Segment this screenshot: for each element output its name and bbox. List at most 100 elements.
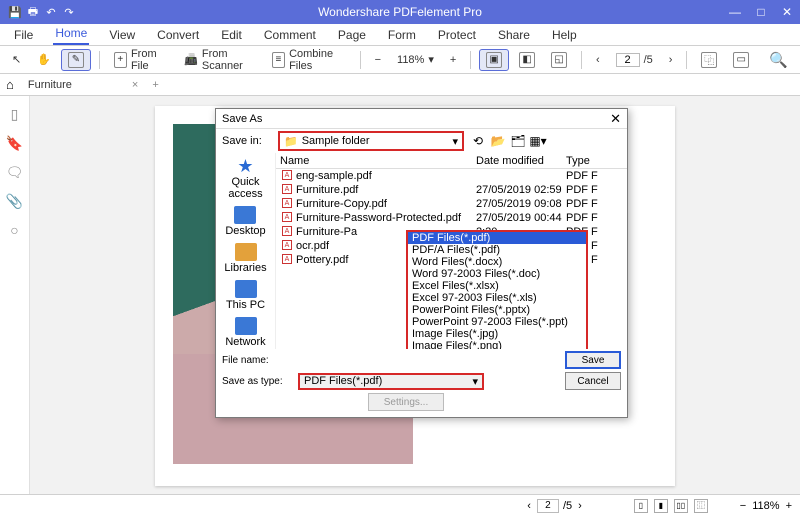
undo-icon[interactable]: ↶: [42, 3, 60, 21]
menu-edit[interactable]: Edit: [219, 25, 244, 45]
col-date[interactable]: Date modified: [476, 155, 566, 167]
attachments-icon[interactable]: 📎: [6, 193, 23, 210]
chevron-down-icon: ▾: [472, 375, 478, 388]
next-page-button[interactable]: ›: [663, 52, 679, 68]
file-type-option[interactable]: Excel 97-2003 Files(*.xls): [408, 292, 586, 304]
reading-icon[interactable]: ▭: [727, 50, 755, 70]
place-libraries[interactable]: Libraries: [224, 243, 266, 274]
from-file-button[interactable]: +From File: [108, 46, 174, 74]
combine-files-button[interactable]: ≡Combine Files: [266, 46, 352, 74]
file-type-option[interactable]: PDF/A Files(*.pdf): [408, 244, 586, 256]
single-page-icon[interactable]: ▯: [634, 499, 648, 513]
save-in-label: Save in:: [222, 135, 272, 147]
menu-file[interactable]: File: [12, 25, 35, 45]
menu-page[interactable]: Page: [336, 25, 368, 45]
file-type-option[interactable]: PowerPoint Files(*.pptx): [408, 304, 586, 316]
new-tab-button[interactable]: +: [152, 79, 158, 91]
status-bar: ‹ /5 › ▯ ▮ ▯▯ ⿲ − 118% +: [0, 494, 800, 516]
shapes-icon[interactable]: ○: [10, 222, 18, 238]
pdf-file-icon: A: [282, 226, 292, 236]
file-type-option[interactable]: Word Files(*.docx): [408, 256, 586, 268]
menu-convert[interactable]: Convert: [155, 25, 201, 45]
place-network[interactable]: Network: [225, 317, 265, 348]
print-icon[interactable]: 🖶: [24, 3, 42, 21]
save-in-combo[interactable]: 📁Sample folder ▾: [278, 131, 464, 151]
status-prev-page[interactable]: ‹: [527, 500, 531, 512]
file-type-option[interactable]: Image Files(*.jpg): [408, 328, 586, 340]
menu-help[interactable]: Help: [550, 25, 579, 45]
back-icon[interactable]: ⟲: [470, 133, 486, 149]
zoom-value[interactable]: 118% ▾: [391, 51, 440, 68]
status-next-page[interactable]: ›: [578, 500, 582, 512]
file-name-label: File name:: [222, 355, 292, 366]
file-type-option[interactable]: Excel Files(*.xlsx): [408, 280, 586, 292]
file-type-dropdown[interactable]: PDF Files(*.pdf)PDF/A Files(*.pdf)Word F…: [406, 230, 588, 349]
place-quick-access[interactable]: ★Quick access: [216, 157, 275, 200]
status-zoom-out[interactable]: −: [740, 500, 746, 512]
status-zoom-in[interactable]: +: [786, 500, 792, 512]
settings-button[interactable]: Settings...: [368, 393, 444, 411]
menu-form[interactable]: Form: [386, 25, 418, 45]
close-button[interactable]: ✕: [774, 0, 800, 24]
place-this-pc[interactable]: This PC: [226, 280, 265, 311]
menu-share[interactable]: Share: [496, 25, 532, 45]
prev-page-button[interactable]: ‹: [590, 52, 606, 68]
file-row[interactable]: Aeng-sample.pdfPDF F: [276, 169, 627, 183]
page-input[interactable]: /5: [610, 51, 659, 69]
fit-width-icon[interactable]: ◧: [513, 50, 541, 70]
continuous-icon[interactable]: ▮: [654, 499, 668, 513]
cancel-button[interactable]: Cancel: [565, 372, 621, 390]
thumbnails-icon[interactable]: ▯: [11, 106, 19, 123]
status-zoom[interactable]: 118%: [752, 500, 779, 512]
menu-bar: File Home View Convert Edit Comment Page…: [0, 24, 800, 46]
bookmarks-icon[interactable]: 🔖: [6, 135, 23, 152]
pdf-file-icon: A: [282, 198, 292, 208]
menu-view[interactable]: View: [107, 25, 137, 45]
comments-icon[interactable]: 🗨: [6, 164, 24, 181]
edit-tool[interactable]: ✎: [61, 49, 91, 71]
new-folder-icon[interactable]: 🗂: [510, 133, 526, 149]
two-continuous-icon[interactable]: ⿲: [694, 499, 708, 513]
fit-page-icon[interactable]: ▣: [479, 49, 509, 71]
tab-furniture[interactable]: Furniture ×: [22, 77, 144, 93]
home-icon[interactable]: ⌂: [6, 77, 14, 92]
save-as-dialog: Save As ✕ Save in: 📁Sample folder ▾ ⟲ 📂 …: [215, 108, 628, 418]
two-page-icon[interactable]: ▯▯: [674, 499, 688, 513]
file-type-option[interactable]: Image Files(*.png): [408, 340, 586, 349]
file-type-option[interactable]: PDF Files(*.pdf): [408, 232, 586, 244]
file-row[interactable]: AFurniture.pdf27/05/2019 02:59PDF F: [276, 183, 627, 197]
col-name[interactable]: Name: [276, 155, 476, 167]
dialog-close-button[interactable]: ✕: [610, 111, 621, 127]
file-row[interactable]: AFurniture-Copy.pdf27/05/2019 09:08PDF F: [276, 197, 627, 211]
file-type-option[interactable]: PowerPoint 97-2003 Files(*.ppt): [408, 316, 586, 328]
from-scanner-button[interactable]: 📠From Scanner: [178, 46, 262, 74]
views-icon[interactable]: ▦▾: [530, 133, 546, 149]
actual-size-icon[interactable]: ◱: [545, 50, 573, 70]
save-type-combo[interactable]: PDF Files(*.pdf)▾: [298, 373, 484, 390]
place-desktop[interactable]: Desktop: [225, 206, 265, 237]
zoom-in-button[interactable]: +: [444, 52, 462, 68]
file-row[interactable]: AFurniture-Password-Protected.pdf27/05/2…: [276, 211, 627, 225]
zoom-out-button[interactable]: −: [369, 52, 387, 68]
status-page-input[interactable]: [537, 499, 559, 513]
select-tool[interactable]: ↖: [6, 51, 27, 68]
menu-protect[interactable]: Protect: [436, 25, 478, 45]
quick-launch: 💾 🖶 ↶ ↷: [0, 3, 78, 21]
menu-comment[interactable]: Comment: [262, 25, 318, 45]
save-icon[interactable]: 💾: [6, 3, 24, 21]
search-icon[interactable]: 🔍: [763, 49, 794, 71]
hand-tool[interactable]: ✋: [31, 51, 57, 68]
maximize-button[interactable]: □: [748, 0, 774, 24]
save-button[interactable]: Save: [565, 351, 621, 369]
col-type[interactable]: Type: [566, 155, 606, 167]
menu-home[interactable]: Home: [53, 23, 89, 45]
pdf-file-icon: A: [282, 184, 292, 194]
file-type-option[interactable]: Word 97-2003 Files(*.doc): [408, 268, 586, 280]
tab-close-icon[interactable]: ×: [132, 79, 138, 91]
redo-icon[interactable]: ↷: [60, 3, 78, 21]
app-title: Wondershare PDFelement Pro: [78, 5, 722, 19]
crop-icon[interactable]: ⿻: [695, 50, 723, 70]
minimize-button[interactable]: —: [722, 0, 748, 24]
folder-icon: 📁: [284, 135, 298, 148]
up-icon[interactable]: 📂: [490, 133, 506, 149]
